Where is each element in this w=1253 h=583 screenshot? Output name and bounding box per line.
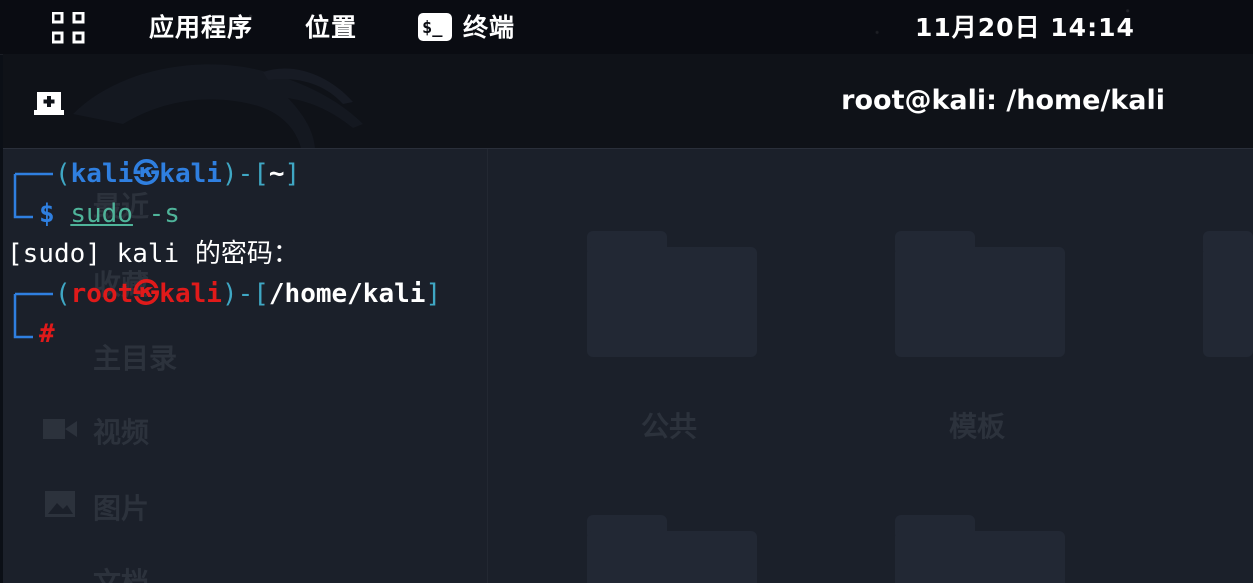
user-prompt-symbol: $ (39, 199, 55, 229)
prompt-line-user: (kali㉿kali)-[~] (55, 154, 300, 194)
prompt-path: /home/kali (268, 279, 426, 309)
command-args: -s (132, 199, 180, 229)
kali-separator-icon: ㉿ (133, 159, 160, 189)
new-tab-icon[interactable] (33, 90, 65, 116)
bg-folder-row2 (587, 531, 757, 583)
prompt-path: ~ (268, 159, 285, 189)
svg-text:$_: $_ (422, 18, 443, 38)
picture-icon (45, 491, 75, 517)
prompt-open-paren: ( (55, 279, 71, 309)
prompt-username: kali (70, 159, 134, 189)
bg-folder-public-label: 公共 (641, 410, 698, 443)
bg-folder-public (587, 247, 757, 357)
root-prompt-line[interactable]: # (39, 314, 55, 354)
prompt-username: root (70, 279, 134, 309)
bg-folder-row2 (895, 531, 1065, 583)
terminal-app-icon[interactable]: $_ (418, 13, 452, 41)
password-prompt: [sudo] kali 的密码： (7, 239, 299, 269)
prompt-hostname: kali (159, 279, 222, 309)
root-prompt-symbol: # (39, 319, 55, 349)
window-title: root@kali: /home/kali (841, 85, 1165, 116)
kali-dragon-icon (73, 64, 363, 148)
prompt-close-paren: )-[ (221, 279, 269, 309)
prompt-close-paren: )-[ (221, 159, 269, 189)
app-grid-icon[interactable] (52, 12, 86, 44)
applications-menu[interactable]: 应用程序 (149, 12, 253, 44)
terminal-body[interactable]: 最近 收藏 主目录 视频 图片 文档 公共 模板 (kali㉿kali)-[~]… (3, 149, 1253, 583)
bg-folder-partial (1203, 247, 1253, 357)
prompt-open-paren: ( (55, 159, 71, 189)
bg-sidebar-divider (487, 149, 488, 583)
command-line: $ sudo -s (39, 194, 180, 234)
kali-separator-icon: ㉿ (133, 279, 160, 309)
bg-sidebar-documents: 文档 (93, 566, 150, 583)
clock[interactable]: 11月20日 14:14 (915, 12, 1135, 44)
terminal-window: root@kali: /home/kali 最近 收藏 主目录 视频 图片 文档… (3, 54, 1253, 583)
bg-folder-templates (895, 247, 1065, 357)
prompt-line-root: (root㉿kali)-[/home/kali] (55, 274, 441, 314)
bg-folder-templates-label: 模板 (949, 410, 1006, 443)
prompt-end-bracket: ] (284, 159, 301, 189)
prompt-end-bracket: ] (425, 279, 442, 309)
bg-sidebar-pictures: 图片 (93, 492, 150, 525)
prompt-hostname: kali (159, 159, 222, 189)
bg-sidebar-videos: 视频 (93, 416, 150, 449)
terminal-app-label[interactable]: 终端 (463, 12, 515, 44)
top-panel: 应用程序 位置 $_ 终端 11月20日 14:14 (0, 0, 1253, 55)
video-icon (43, 419, 77, 439)
bg-sidebar-home: 主目录 (93, 342, 178, 375)
terminal-titlebar[interactable]: root@kali: /home/kali (3, 54, 1253, 149)
places-menu[interactable]: 位置 (305, 12, 357, 44)
command-name: sudo (70, 199, 133, 229)
